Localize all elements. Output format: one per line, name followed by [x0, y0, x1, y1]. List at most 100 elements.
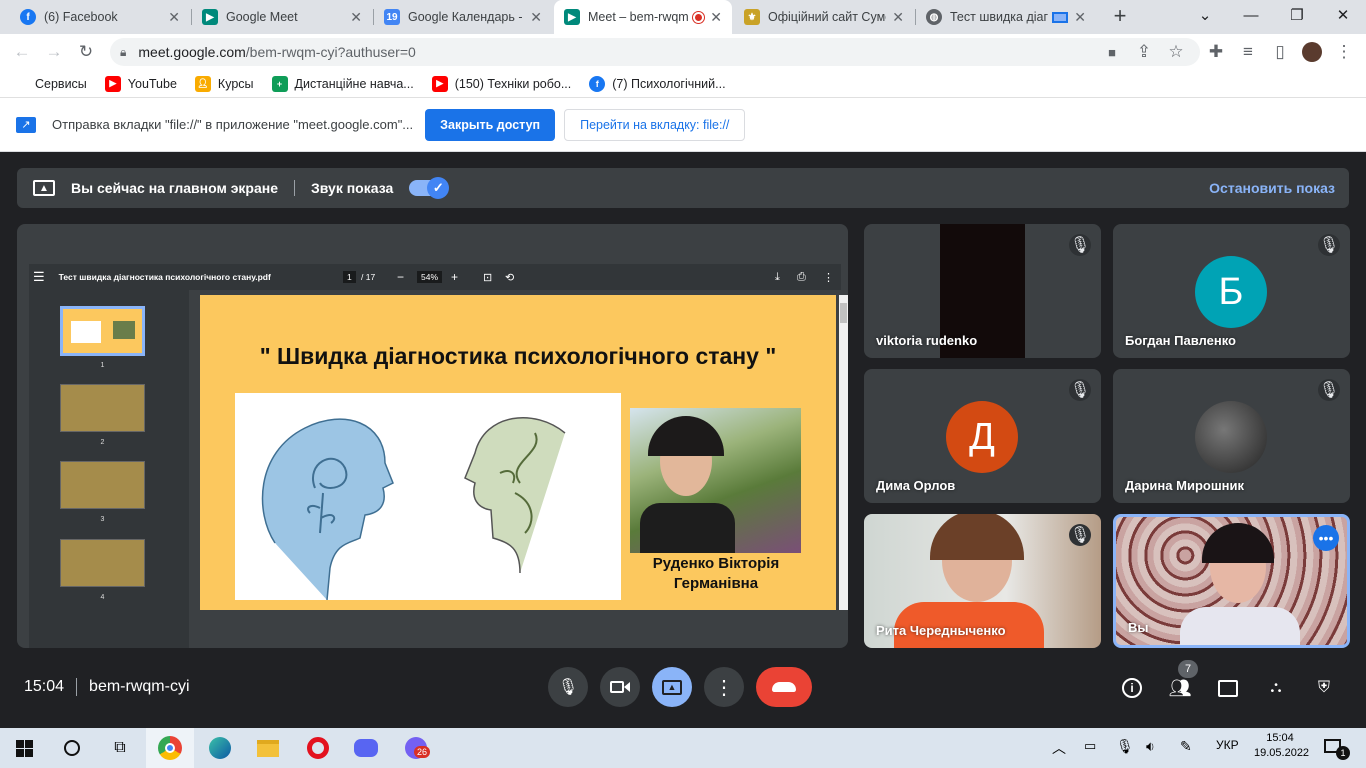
profile-avatar[interactable] [1300, 40, 1324, 64]
fit-page-icon[interactable]: ⊡ [483, 271, 492, 284]
volume-icon[interactable]: 🔉︎ [1146, 738, 1155, 755]
camera-in-use-icon[interactable]: ■ [1100, 40, 1124, 64]
taskbar-opera[interactable] [294, 728, 342, 768]
task-view-button[interactable]: ⧉ [96, 728, 144, 768]
pen-icon[interactable]: ✎ [1180, 738, 1192, 755]
search-icon [64, 740, 80, 756]
page-thumbnail-1[interactable] [60, 306, 145, 356]
activities-icon[interactable]: ⛬ [1264, 676, 1288, 700]
leave-call-button[interactable] [756, 667, 812, 707]
minimize-button[interactable]: — [1228, 0, 1274, 30]
bookmark-techniques[interactable]: ▶ (150) Техніки робо... [431, 75, 571, 92]
pdf-scrollbar[interactable] [839, 295, 848, 610]
forward-button[interactable]: → [42, 40, 66, 64]
tab-meet-active[interactable]: ▶ Meet – bem-rwqm ✕ [554, 0, 732, 34]
google-meet-icon: ▶ [202, 9, 218, 25]
stop-presenting-link[interactable]: Остановить показ [1209, 180, 1335, 196]
battery-icon[interactable]: ▭ [1084, 738, 1096, 754]
page-thumbnail-4[interactable] [60, 539, 145, 587]
menu-icon[interactable]: ⋮ [1332, 40, 1356, 64]
taskbar-explorer[interactable] [244, 728, 292, 768]
notifications-button[interactable]: 1 [1322, 736, 1350, 760]
menu-icon[interactable]: ☰ [33, 269, 45, 285]
bookmark-courses[interactable]: 👤︎ Курсы [194, 75, 254, 92]
people-icon[interactable]: 👥︎ 7 [1168, 660, 1198, 700]
back-button[interactable]: ← [10, 40, 34, 64]
language-indicator[interactable]: УКР [1216, 738, 1239, 752]
share-icon[interactable]: ⇪ [1132, 40, 1156, 64]
clock[interactable]: 15:04 19.05.2022 [1254, 731, 1309, 761]
close-icon[interactable]: ✕ [710, 9, 722, 26]
author-name-line1: Руденко Вікторія [652, 555, 780, 572]
switch-to-tab-button[interactable]: Перейти на вкладку: file:// [564, 108, 746, 141]
tab-pdf-test[interactable]: ◍ Тест швидка діаг ✕ [916, 0, 1096, 34]
chat-icon[interactable] [1216, 676, 1240, 700]
microphone-button[interactable]: 🎙︎ [548, 667, 588, 707]
bookmark-distance[interactable]: + Дистанційне навча... [271, 75, 414, 92]
maximize-button[interactable]: ❐ [1274, 0, 1320, 30]
bookmark-apps[interactable]: Сервисы [14, 77, 87, 91]
reload-button[interactable]: ↻ [74, 40, 98, 64]
side-panel-icon[interactable]: ▯ [1268, 40, 1292, 64]
tab-title: Офіційний сайт Сумс [768, 10, 887, 24]
taskbar-chrome[interactable] [146, 728, 194, 768]
bookmark-label: Курсы [217, 76, 254, 91]
media-control-icon[interactable]: ≡ [1236, 40, 1260, 64]
page-thumbnail-2[interactable] [60, 384, 145, 432]
tab-facebook[interactable]: f (6) Facebook ✕ [10, 0, 190, 34]
lock-icon[interactable]: 🔒︎ [120, 45, 126, 60]
tab-official-site[interactable]: ⚜ Офіційний сайт Сумс ✕ [734, 0, 914, 34]
camera-button[interactable] [600, 667, 640, 707]
search-button[interactable] [48, 728, 96, 768]
stop-sharing-button[interactable]: Закрыть доступ [425, 108, 556, 141]
extensions-icon[interactable]: ✚ [1204, 40, 1228, 64]
microphone-tray-icon[interactable]: 🎙︎ [1116, 738, 1134, 755]
pdf-filename: Тест швидка діагностика психологічного с… [58, 272, 271, 282]
close-icon[interactable]: ✕ [530, 9, 542, 26]
more-options-button[interactable]: ⋮ [704, 667, 744, 707]
participant-tile-rita[interactable]: 🎙︎ Рита Чередныченко [864, 514, 1101, 648]
page-input[interactable]: 1 [343, 271, 356, 283]
meeting-info-icon[interactable]: i [1120, 676, 1144, 700]
bookmark-psych[interactable]: f (7) Психологічний... [589, 75, 726, 92]
address-bar[interactable]: 🔒︎ meet.google.com/bem-rwqm-cyi?authuser… [110, 38, 1200, 66]
facebook-icon: f [589, 75, 606, 92]
tab-google-meet[interactable]: ▶ Google Meet ✕ [192, 0, 372, 34]
participant-tile-you[interactable]: ••• Вы [1113, 514, 1350, 648]
more-options-icon[interactable]: ••• [1313, 525, 1339, 551]
zoom-out-icon[interactable]: − [397, 270, 404, 284]
tab-google-calendar[interactable]: 19 Google Календарь - с ✕ [374, 0, 552, 34]
tab-search-button[interactable]: ⌄ [1182, 0, 1228, 30]
mic-off-icon: 🎙︎ [1318, 379, 1340, 401]
participant-tile-bogdan[interactable]: Б 🎙︎ Богдан Павленко [1113, 224, 1350, 358]
opera-icon [307, 737, 329, 759]
participant-tile-daryna[interactable]: 🎙︎ Дарина Мирошник [1113, 369, 1350, 503]
close-icon[interactable]: ✕ [892, 9, 904, 26]
close-icon[interactable]: ✕ [350, 9, 362, 26]
window-close-button[interactable]: ✕ [1320, 0, 1366, 30]
participant-tile-viktoria[interactable]: 🎙︎ viktoria rudenko [864, 224, 1101, 358]
sound-toggle[interactable]: ✓ [409, 177, 450, 199]
facebook-icon: f [20, 9, 36, 25]
zoom-input[interactable]: 54% [417, 271, 443, 283]
more-icon[interactable]: ⋮ [823, 271, 834, 284]
host-controls-icon[interactable]: ⛨ [1312, 676, 1336, 700]
taskbar-viber[interactable]: 26 [392, 728, 440, 768]
rotate-icon[interactable]: ⟲ [505, 271, 514, 284]
page-thumbnail-3[interactable] [60, 461, 145, 509]
bookmark-star-icon[interactable]: ☆ [1164, 40, 1188, 64]
close-icon[interactable]: ✕ [168, 9, 180, 26]
participant-tile-dima[interactable]: Д 🎙︎ Дима Орлов [864, 369, 1101, 503]
print-icon[interactable]: ⎙ [797, 271, 806, 284]
bookmark-label: (7) Психологічний... [612, 76, 726, 91]
present-button[interactable]: ▲ [652, 667, 692, 707]
zoom-in-icon[interactable]: + [451, 270, 458, 284]
start-button[interactable] [0, 728, 48, 768]
download-icon[interactable]: ⤓ [775, 271, 780, 284]
new-tab-button[interactable]: + [1108, 4, 1132, 28]
taskbar-edge[interactable] [196, 728, 244, 768]
bookmark-youtube[interactable]: ▶ YouTube [104, 75, 177, 92]
close-icon[interactable]: ✕ [1074, 9, 1086, 26]
chevron-up-icon[interactable]: ︿ [1052, 738, 1066, 758]
taskbar-discord[interactable] [342, 728, 390, 768]
